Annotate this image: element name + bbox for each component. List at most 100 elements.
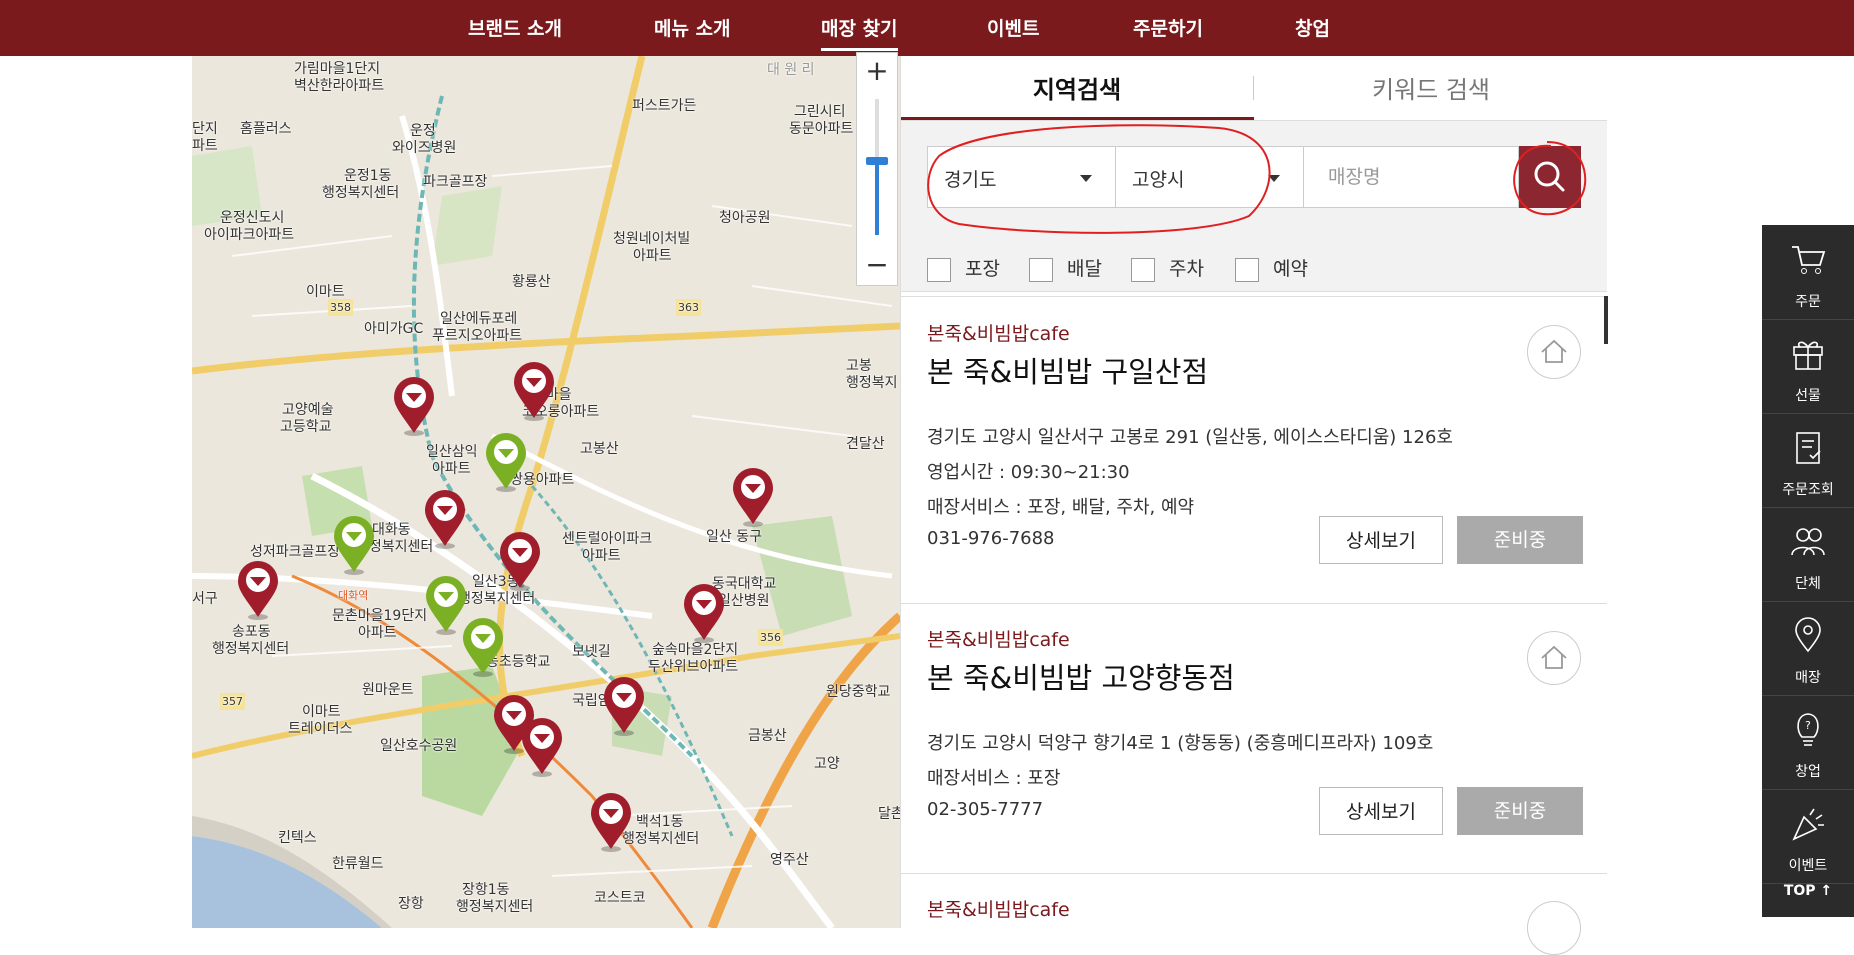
map-label: 견달산 [846,436,885,452]
map-label: 행정복지센터 [212,641,290,657]
store-search-panel: 지역검색 키워드 검색 경기도 고양시 포장 배달 주차 예약 본죽&비빔밥ca… [900,56,1608,955]
map-label: 행정복지 [846,375,898,391]
store-name-input[interactable] [1303,146,1519,208]
store-pin-red[interactable] [589,791,633,853]
store-pin-red[interactable] [520,716,564,778]
map-label: 킨텍스 [278,830,317,846]
home-icon [1541,339,1567,363]
store-pin-red[interactable] [236,559,280,621]
store-card[interactable]: 본죽&비빔밥cafe [901,873,1607,955]
store-card[interactable]: 본죽&비빔밥cafe 본 죽&비빔밥 고양향동점 경기도 고양시 덕양구 향기4… [901,603,1607,874]
store-address: 경기도 고양시 덕양구 향기4로 1 (향동동) (중흥메디프라자) 109호 [927,733,1434,754]
filter-takeout[interactable]: 포장 [927,254,1000,282]
filter-label: 예약 [1273,258,1308,280]
quick-store[interactable]: 매장 [1762,601,1854,696]
zoom-slider-handle[interactable] [866,157,888,165]
checkbox[interactable] [1131,257,1155,282]
filter-reservation[interactable]: 예약 [1235,254,1308,282]
map-label: 코스트코 [594,890,646,906]
nav-store-finder[interactable]: 매장 찾기 [821,14,898,51]
store-home-button[interactable] [1527,325,1581,379]
map-label: 파크골프장 [423,174,488,190]
tab-region-search[interactable]: 지역검색 [901,70,1253,105]
quick-franchise[interactable]: ? 창업 [1762,695,1854,790]
map-label: 원마운트 [362,682,414,698]
quick-label: 선물 [1795,388,1821,404]
map-label: 운정 [410,123,436,139]
quick-label: 창업 [1795,764,1821,780]
annotation-circle [1513,141,1587,216]
scroll-top-button[interactable]: TOP ↑ [1762,883,1854,899]
status-button[interactable]: 준비중 [1457,516,1583,564]
store-pin-red[interactable] [682,582,726,644]
status-button[interactable]: 준비중 [1457,787,1583,835]
quick-label: 매장 [1795,670,1821,686]
list-scrollbar[interactable] [1604,296,1608,344]
checkbox[interactable] [1235,257,1259,282]
filter-label: 배달 [1067,258,1102,280]
map-label: 홈플러스 [240,121,292,137]
store-pin-green[interactable] [484,431,528,493]
map-label: 아파트 [358,625,397,641]
store-pin-green[interactable] [332,514,376,576]
nav-brand-intro[interactable]: 브랜드 소개 [468,14,562,41]
store-pin-red[interactable] [731,466,775,528]
top-nav: 브랜드 소개 메뉴 소개 매장 찾기 이벤트 주문하기 창업 [0,0,1854,56]
store-pin-red[interactable] [602,675,646,737]
store-name[interactable]: 본 죽&비빔밥 구일산점 [927,349,1208,391]
map-label: 아파트 [582,548,621,564]
store-pin-red[interactable] [423,488,467,550]
store-brand: 본죽&비빔밥cafe [927,629,1070,651]
store-map[interactable]: 가림마을1단지 벽산한라아파트 홈플러스 운정 와이즈병원 단지 파트 퍼스트가… [192,56,900,928]
filter-parking[interactable]: 주차 [1131,254,1204,282]
map-label: 숲속마을2단지 [652,642,739,658]
store-phone[interactable]: 02-305-7777 [927,799,1043,820]
store-pin-red[interactable] [498,530,542,592]
quick-label: 이벤트 [1788,858,1828,874]
zoom-out-button[interactable]: − [857,247,897,283]
quick-group[interactable]: 단체 [1762,507,1854,602]
nav-franchise[interactable]: 창업 [1295,14,1330,41]
map-label: 와이즈병원 [392,140,457,156]
map-label: 퍼스트가든 [632,98,697,114]
checkbox[interactable] [927,257,951,282]
map-label: 한류월드 [332,856,384,872]
store-name[interactable]: 본 죽&비빔밥 고양향동점 [927,655,1235,697]
map-label: 송포동 [232,624,271,640]
store-card[interactable]: 본죽&비빔밥cafe 본 죽&비빔밥 구일산점 경기도 고양시 일산서구 고봉로… [901,297,1607,604]
store-pin-red[interactable] [512,360,556,422]
quick-label: 단체 [1795,576,1821,592]
map-label: 센트럴아이파크 [562,531,653,547]
tab-keyword-search[interactable]: 키워드 검색 [1255,70,1607,105]
detail-button[interactable]: 상세보기 [1319,787,1443,835]
map-label: 운정1동 [344,168,392,184]
quick-gift[interactable]: 선물 [1762,319,1854,414]
detail-button[interactable]: 상세보기 [1319,516,1443,564]
store-home-button[interactable] [1527,631,1581,685]
map-label: 행정복지센터 [322,185,400,201]
map-label: 운정신도시 [220,210,285,226]
checkbox[interactable] [1029,257,1053,282]
map-label: 아파트 [633,248,672,264]
quick-order[interactable]: 주문 [1762,225,1854,320]
store-home-button[interactable] [1527,901,1581,955]
nav-events[interactable]: 이벤트 [987,14,1039,41]
map-label: 행정복지센터 [458,591,536,607]
nav-order[interactable]: 주문하기 [1133,14,1203,41]
map-label: 대화역 [338,589,369,602]
store-pin-red[interactable] [392,375,436,437]
quick-event[interactable]: 이벤트 [1762,789,1854,884]
nav-menu-intro[interactable]: 메뉴 소개 [654,14,731,41]
map-label: 일산삼익 [426,444,478,460]
map-label: 363 [676,299,701,316]
map-label: 파트 [192,138,218,154]
zoom-in-button[interactable]: + [857,53,897,89]
zoom-level-fill [875,163,879,235]
filter-delivery[interactable]: 배달 [1029,254,1102,282]
store-phone[interactable]: 031-976-7688 [927,528,1055,549]
map-label: 일산호수공원 [380,738,458,754]
store-pin-green[interactable] [461,616,505,678]
map-label: 단지 [192,121,218,137]
cart-icon [1792,246,1826,274]
quick-order-lookup[interactable]: 주문조회 [1762,413,1854,508]
